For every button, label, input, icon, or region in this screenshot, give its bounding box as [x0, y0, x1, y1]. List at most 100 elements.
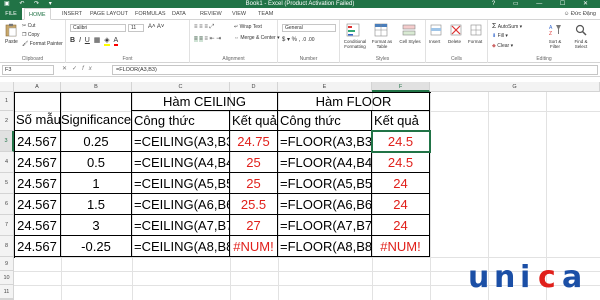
- vertical-align-icons[interactable]: ≡ ≡ ≡ ⤢: [194, 24, 214, 31]
- header-cell-ket-qua-ceiling[interactable]: Kết quả: [230, 111, 278, 131]
- tab-formulas[interactable]: FORMULAS: [131, 8, 170, 20]
- cell-styles-button[interactable]: Cell Styles: [398, 39, 422, 44]
- cell-ceiling-formula[interactable]: =CEILING(A4,B4): [132, 152, 230, 173]
- cell-floor-formula[interactable]: =FLOOR(A4,B4): [278, 152, 372, 173]
- column-header-f[interactable]: F: [372, 82, 430, 92]
- header-cell-cong-thuc-ceiling[interactable]: Công thức: [132, 111, 230, 131]
- tab-insert[interactable]: INSERT: [58, 8, 86, 20]
- column-header-c[interactable]: C: [132, 82, 230, 92]
- delete-cells-icon[interactable]: [449, 23, 463, 37]
- cell-ceiling-formula[interactable]: =CEILING(A3,B3): [132, 131, 230, 152]
- formula-bar-buttons[interactable]: ✕✓fx: [62, 65, 97, 72]
- cell-ceiling-result[interactable]: 27: [230, 215, 278, 236]
- column-header-b[interactable]: B: [61, 82, 132, 92]
- tab-page-layout[interactable]: PAGE LAYOUT: [86, 8, 132, 20]
- cell-so-mau[interactable]: 24.567: [14, 131, 61, 152]
- cell-floor-result[interactable]: 24: [372, 215, 430, 236]
- tab-review[interactable]: REVIEW: [196, 8, 226, 20]
- tab-team[interactable]: TEAM: [254, 8, 277, 20]
- formula-input[interactable]: =FLOOR(A3,B3): [112, 65, 598, 75]
- header-cell-significance[interactable]: Significance: [61, 92, 132, 131]
- cell-floor-formula[interactable]: =FLOOR(A5,B5): [278, 173, 372, 194]
- number-format-buttons[interactable]: $ ▾ % , .0 .00: [282, 36, 315, 43]
- row-header-5[interactable]: 5: [0, 173, 14, 194]
- enter-icon[interactable]: ✓: [72, 66, 82, 72]
- number-format-select[interactable]: General: [282, 24, 336, 32]
- sort-filter-icon[interactable]: AZ: [548, 23, 562, 37]
- font-style-buttons[interactable]: B I U ▦ ◈ A: [70, 36, 119, 46]
- cell-significance[interactable]: 0.5: [61, 152, 132, 173]
- cell-so-mau[interactable]: 24.567: [14, 194, 61, 215]
- format-cells-icon[interactable]: [469, 23, 483, 37]
- font-size-select[interactable]: 11: [128, 24, 144, 32]
- cell-floor-result[interactable]: 24.5: [372, 131, 430, 152]
- name-box[interactable]: F3: [2, 65, 54, 75]
- paste-icon[interactable]: [4, 23, 18, 37]
- sort-filter-button[interactable]: Sort & Filter: [544, 39, 566, 49]
- cell-so-mau[interactable]: 24.567: [14, 173, 61, 194]
- fx-icon[interactable]: fx: [82, 66, 97, 72]
- cell-so-mau[interactable]: 24.567: [14, 236, 61, 257]
- wrap-text-button[interactable]: ↵ Wrap Text: [234, 24, 262, 30]
- column-header-d[interactable]: D: [230, 82, 278, 92]
- bold-icon[interactable]: B: [70, 37, 75, 44]
- cancel-icon[interactable]: ✕: [62, 66, 72, 72]
- merge-center-button[interactable]: ⇔ Merge & Center ▾: [234, 35, 280, 41]
- user-account[interactable]: ☺ Đức Đặng: [564, 8, 596, 20]
- group-header-ceiling[interactable]: Hàm CEILING: [132, 92, 278, 111]
- horizontal-align-icons[interactable]: ≡ ≡ ≡ ⇤ ⇥: [194, 35, 221, 42]
- cell-significance[interactable]: 1.5: [61, 194, 132, 215]
- cut-button[interactable]: ✂ Cut: [22, 23, 35, 29]
- clear-button[interactable]: ◆ Clear ▾: [492, 43, 513, 49]
- cell-ceiling-result[interactable]: 25: [230, 152, 278, 173]
- font-grow-shrink-buttons[interactable]: A˄ A˅: [148, 24, 164, 30]
- column-header-e[interactable]: E: [278, 82, 372, 92]
- conditional-formatting-icon[interactable]: [346, 23, 360, 37]
- cell-ceiling-result[interactable]: 24.75: [230, 131, 278, 152]
- insert-cells-icon[interactable]: [429, 23, 443, 37]
- conditional-formatting-button[interactable]: Conditional Formatting: [340, 39, 370, 49]
- cell-floor-formula[interactable]: =FLOOR(A3,B3): [278, 131, 372, 152]
- row-header-9[interactable]: 9: [0, 257, 14, 271]
- select-all-corner[interactable]: [0, 82, 14, 92]
- cell-so-mau[interactable]: 24.567: [14, 215, 61, 236]
- row-header-6[interactable]: 6: [0, 194, 14, 215]
- cell-floor-result[interactable]: 24: [372, 173, 430, 194]
- column-header-g[interactable]: G: [430, 82, 600, 92]
- row-header-3[interactable]: 3: [0, 131, 14, 152]
- cell-floor-result[interactable]: #NUM!: [372, 236, 430, 257]
- cell-significance[interactable]: 3: [61, 215, 132, 236]
- row-header-10[interactable]: 10: [0, 271, 14, 285]
- row-header-11[interactable]: 11: [0, 285, 14, 299]
- find-select-button[interactable]: Find & Select: [570, 39, 592, 49]
- borders-icon[interactable]: ▦: [94, 37, 101, 44]
- paste-button[interactable]: Paste: [5, 39, 18, 45]
- fill-button[interactable]: ⬇ Fill ▾: [492, 33, 508, 39]
- cell-significance[interactable]: 0.25: [61, 131, 132, 152]
- italic-icon[interactable]: I: [79, 37, 81, 44]
- format-table-icon[interactable]: [374, 23, 388, 37]
- group-header-floor[interactable]: Hàm FLOOR: [278, 92, 430, 111]
- cell-floor-result[interactable]: 24.5: [372, 152, 430, 173]
- cell-ceiling-result[interactable]: 25.5: [230, 194, 278, 215]
- font-color-icon[interactable]: A: [113, 37, 119, 46]
- format-as-table-button[interactable]: Format as Table: [368, 39, 396, 49]
- tab-view[interactable]: VIEW: [228, 8, 250, 20]
- row-header-1[interactable]: 1: [0, 92, 14, 111]
- tab-data[interactable]: DATA: [168, 8, 190, 20]
- tab-home[interactable]: HOME: [24, 8, 51, 20]
- autosum-button[interactable]: Σ AutoSum ▾: [492, 23, 522, 30]
- cell-so-mau[interactable]: 24.567: [14, 152, 61, 173]
- row-header-8[interactable]: 8: [0, 236, 14, 257]
- copy-button[interactable]: ❐ Copy: [22, 32, 40, 38]
- format-painter-button[interactable]: 🖌 Format Painter: [22, 41, 63, 47]
- cell-significance[interactable]: 1: [61, 173, 132, 194]
- column-header-a[interactable]: A: [14, 82, 61, 92]
- font-name-select[interactable]: Calibri: [70, 24, 126, 32]
- row-header-2[interactable]: 2: [0, 111, 14, 131]
- cell-ceiling-formula[interactable]: =CEILING(A7,B7): [132, 215, 230, 236]
- cell-ceiling-result[interactable]: 25: [230, 173, 278, 194]
- cell-floor-formula[interactable]: =FLOOR(A6,B6): [278, 194, 372, 215]
- cell-floor-formula[interactable]: =FLOOR(A7,B7): [278, 215, 372, 236]
- header-cell-so-mau[interactable]: Số mẫu: [14, 92, 61, 131]
